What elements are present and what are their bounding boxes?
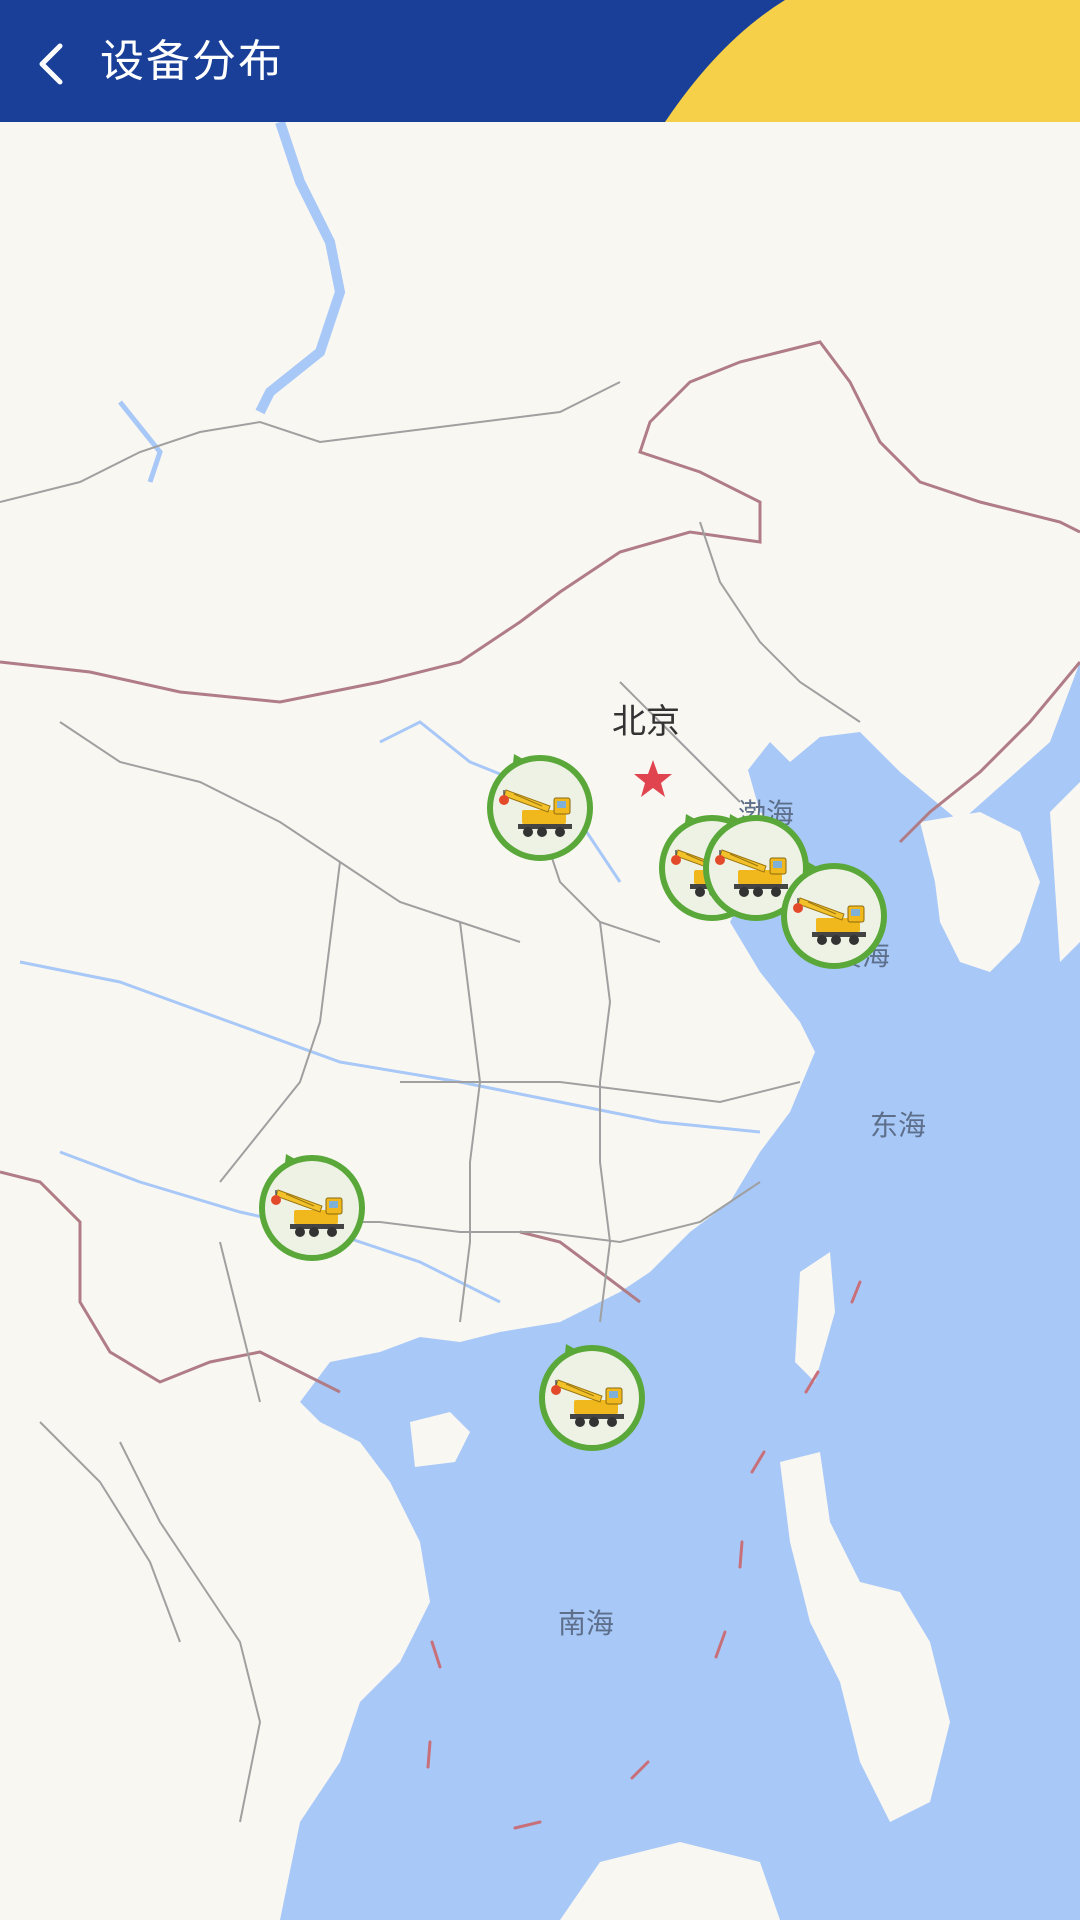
crane-truck-icon (539, 1344, 645, 1451)
map-view[interactable]: 北京 渤海 黄海 东海 南海 (0, 122, 1080, 1920)
page-title: 设备分布 (100, 36, 284, 87)
equipment-marker[interactable] (778, 858, 890, 970)
sea-label-donghai: 东海 (870, 1109, 927, 1142)
map-canvas[interactable] (0, 122, 1080, 1920)
equipment-marker[interactable] (536, 1340, 648, 1452)
equipment-marker[interactable] (256, 1150, 368, 1262)
capital-label: 北京 (612, 702, 680, 742)
crane-truck-icon (259, 1154, 365, 1261)
sea-label-nanhai: 南海 (558, 1607, 615, 1640)
back-button[interactable] (24, 36, 80, 92)
crane-truck-icon (781, 862, 887, 969)
chevron-left-icon (39, 43, 63, 85)
app-header: 设备分布 (0, 0, 1080, 122)
crane-truck-icon (487, 754, 593, 861)
equipment-marker[interactable] (484, 750, 596, 862)
